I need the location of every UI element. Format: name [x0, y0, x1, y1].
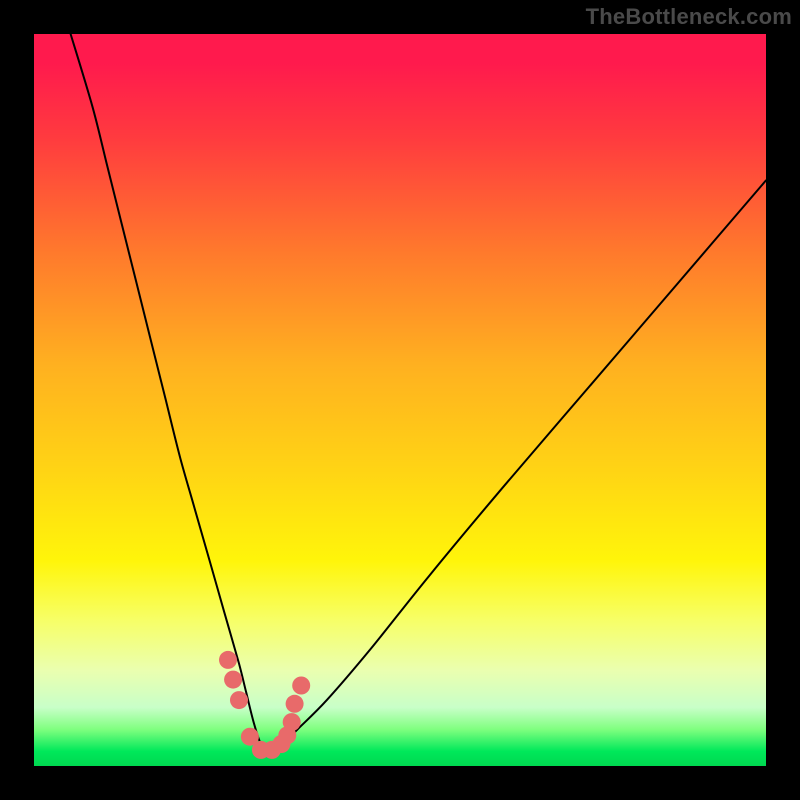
- marker-dot: [283, 713, 301, 731]
- marker-dot: [230, 691, 248, 709]
- plot-area: [34, 34, 766, 766]
- curve-layer: [34, 34, 766, 766]
- watermark-label: TheBottleneck.com: [586, 4, 792, 30]
- marker-dot: [224, 671, 242, 689]
- highlight-markers: [219, 651, 310, 759]
- chart-frame: TheBottleneck.com: [0, 0, 800, 800]
- marker-dot: [286, 695, 304, 713]
- marker-dot: [292, 677, 310, 695]
- marker-dot: [219, 651, 237, 669]
- bottleneck-curve: [71, 34, 766, 752]
